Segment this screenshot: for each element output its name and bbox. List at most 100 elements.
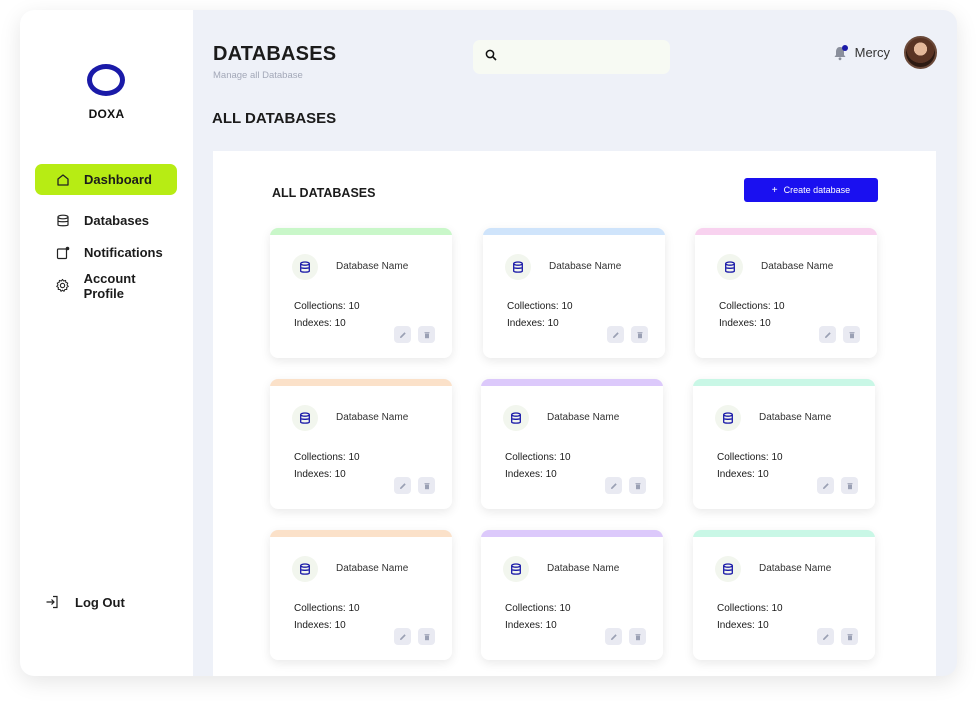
notification-dot xyxy=(841,44,848,51)
edit-button[interactable] xyxy=(394,477,411,494)
card-accent-band xyxy=(270,228,452,235)
collections-count: Collections: 10 xyxy=(505,452,571,463)
database-name: Database Name xyxy=(547,412,620,423)
card-accent-band xyxy=(270,379,452,386)
card-accent-band xyxy=(693,379,875,386)
app-window: DOXA Dashboard Databases Notifications A… xyxy=(20,10,957,676)
delete-button[interactable] xyxy=(418,477,435,494)
collections-count: Collections: 10 xyxy=(719,301,785,312)
collections-count: Collections: 10 xyxy=(294,603,360,614)
edit-button[interactable] xyxy=(819,326,836,343)
database-card[interactable]: Database Name Collections: 10 Indexes: 1… xyxy=(693,379,875,509)
sidebar-item-notifications[interactable]: Notifications xyxy=(35,237,177,268)
pencil-icon xyxy=(824,331,831,338)
user-name[interactable]: Mercy xyxy=(855,45,890,60)
database-card[interactable]: Database Name Collections: 10 Indexes: 1… xyxy=(695,228,877,358)
database-name: Database Name xyxy=(549,261,622,272)
pencil-icon xyxy=(612,331,619,338)
trash-icon xyxy=(847,482,852,489)
delete-button[interactable] xyxy=(629,477,646,494)
sidebar-item-account-profile[interactable]: Account Profile xyxy=(35,270,177,301)
pencil-icon xyxy=(610,633,617,640)
database-icon xyxy=(55,213,71,229)
database-icon xyxy=(292,405,318,431)
avatar[interactable] xyxy=(904,36,937,69)
indexes-count: Indexes: 10 xyxy=(717,469,769,480)
sidebar-item-databases[interactable]: Databases xyxy=(35,205,177,236)
edit-button[interactable] xyxy=(817,477,834,494)
database-card[interactable]: Database Name Collections: 10 Indexes: 1… xyxy=(270,228,452,358)
card-accent-band xyxy=(270,530,452,537)
database-icon xyxy=(717,254,743,280)
database-card[interactable]: Database Name Collections: 10 Indexes: 1… xyxy=(481,379,663,509)
database-name: Database Name xyxy=(759,412,832,423)
database-name: Database Name xyxy=(336,563,409,574)
delete-button[interactable] xyxy=(841,477,858,494)
panel-title: ALL DATABASES xyxy=(272,186,376,200)
collections-count: Collections: 10 xyxy=(717,603,783,614)
edit-button[interactable] xyxy=(605,477,622,494)
collections-count: Collections: 10 xyxy=(717,452,783,463)
main-content: DATABASES Manage all Database Mercy ALL … xyxy=(193,10,957,676)
sidebar-item-label: Notifications xyxy=(84,245,163,260)
collections-count: Collections: 10 xyxy=(294,452,360,463)
pencil-icon xyxy=(610,482,617,489)
create-database-button[interactable]: + Create database xyxy=(744,178,878,202)
edit-button[interactable] xyxy=(607,326,624,343)
indexes-count: Indexes: 10 xyxy=(294,469,346,480)
database-card[interactable]: Database Name Collections: 10 Indexes: 1… xyxy=(483,228,665,358)
user-area: Mercy xyxy=(833,36,937,69)
notification-icon xyxy=(55,245,71,261)
trash-icon xyxy=(635,482,640,489)
indexes-count: Indexes: 10 xyxy=(294,620,346,631)
collections-count: Collections: 10 xyxy=(507,301,573,312)
indexes-count: Indexes: 10 xyxy=(505,620,557,631)
trash-icon xyxy=(424,331,429,338)
database-card[interactable]: Database Name Collections: 10 Indexes: 1… xyxy=(270,379,452,509)
bell-icon[interactable] xyxy=(833,44,848,61)
delete-button[interactable] xyxy=(843,326,860,343)
database-card[interactable]: Database Name Collections: 10 Indexes: 1… xyxy=(693,530,875,660)
search-bar[interactable] xyxy=(473,40,670,74)
database-icon xyxy=(505,254,531,280)
trash-icon xyxy=(635,633,640,640)
logout-icon xyxy=(45,594,61,610)
delete-button[interactable] xyxy=(631,326,648,343)
pencil-icon xyxy=(399,331,406,338)
database-icon xyxy=(503,556,529,582)
database-card[interactable]: Database Name Collections: 10 Indexes: 1… xyxy=(481,530,663,660)
indexes-count: Indexes: 10 xyxy=(717,620,769,631)
delete-button[interactable] xyxy=(841,628,858,645)
edit-button[interactable] xyxy=(605,628,622,645)
sidebar-item-label: Databases xyxy=(84,213,150,228)
home-icon xyxy=(55,172,71,188)
delete-button[interactable] xyxy=(418,326,435,343)
search-icon xyxy=(485,48,497,66)
database-card[interactable]: Database Name Collections: 10 Indexes: 1… xyxy=(270,530,452,660)
databases-panel: ALL DATABASES + Create database Database… xyxy=(213,151,936,676)
database-name: Database Name xyxy=(761,261,834,272)
trash-icon xyxy=(424,482,429,489)
delete-button[interactable] xyxy=(629,628,646,645)
database-icon xyxy=(715,405,741,431)
logout-label: Log Out xyxy=(75,594,125,610)
doxa-logo xyxy=(87,64,125,96)
indexes-count: Indexes: 10 xyxy=(505,469,557,480)
section-title: ALL DATABASES xyxy=(212,110,337,127)
page-title: DATABASES xyxy=(213,43,337,65)
pencil-icon xyxy=(822,633,829,640)
delete-button[interactable] xyxy=(418,628,435,645)
search-input[interactable] xyxy=(505,50,665,64)
page-subtitle: Manage all Database xyxy=(213,70,303,81)
indexes-count: Indexes: 10 xyxy=(507,318,559,329)
database-icon xyxy=(292,254,318,280)
indexes-count: Indexes: 10 xyxy=(294,318,346,329)
database-icon xyxy=(292,556,318,582)
sidebar-item-dashboard[interactable]: Dashboard xyxy=(35,164,177,195)
database-name: Database Name xyxy=(759,563,832,574)
logout-button[interactable]: Log Out xyxy=(45,594,125,610)
edit-button[interactable] xyxy=(817,628,834,645)
edit-button[interactable] xyxy=(394,628,411,645)
edit-button[interactable] xyxy=(394,326,411,343)
gear-icon xyxy=(55,278,71,294)
